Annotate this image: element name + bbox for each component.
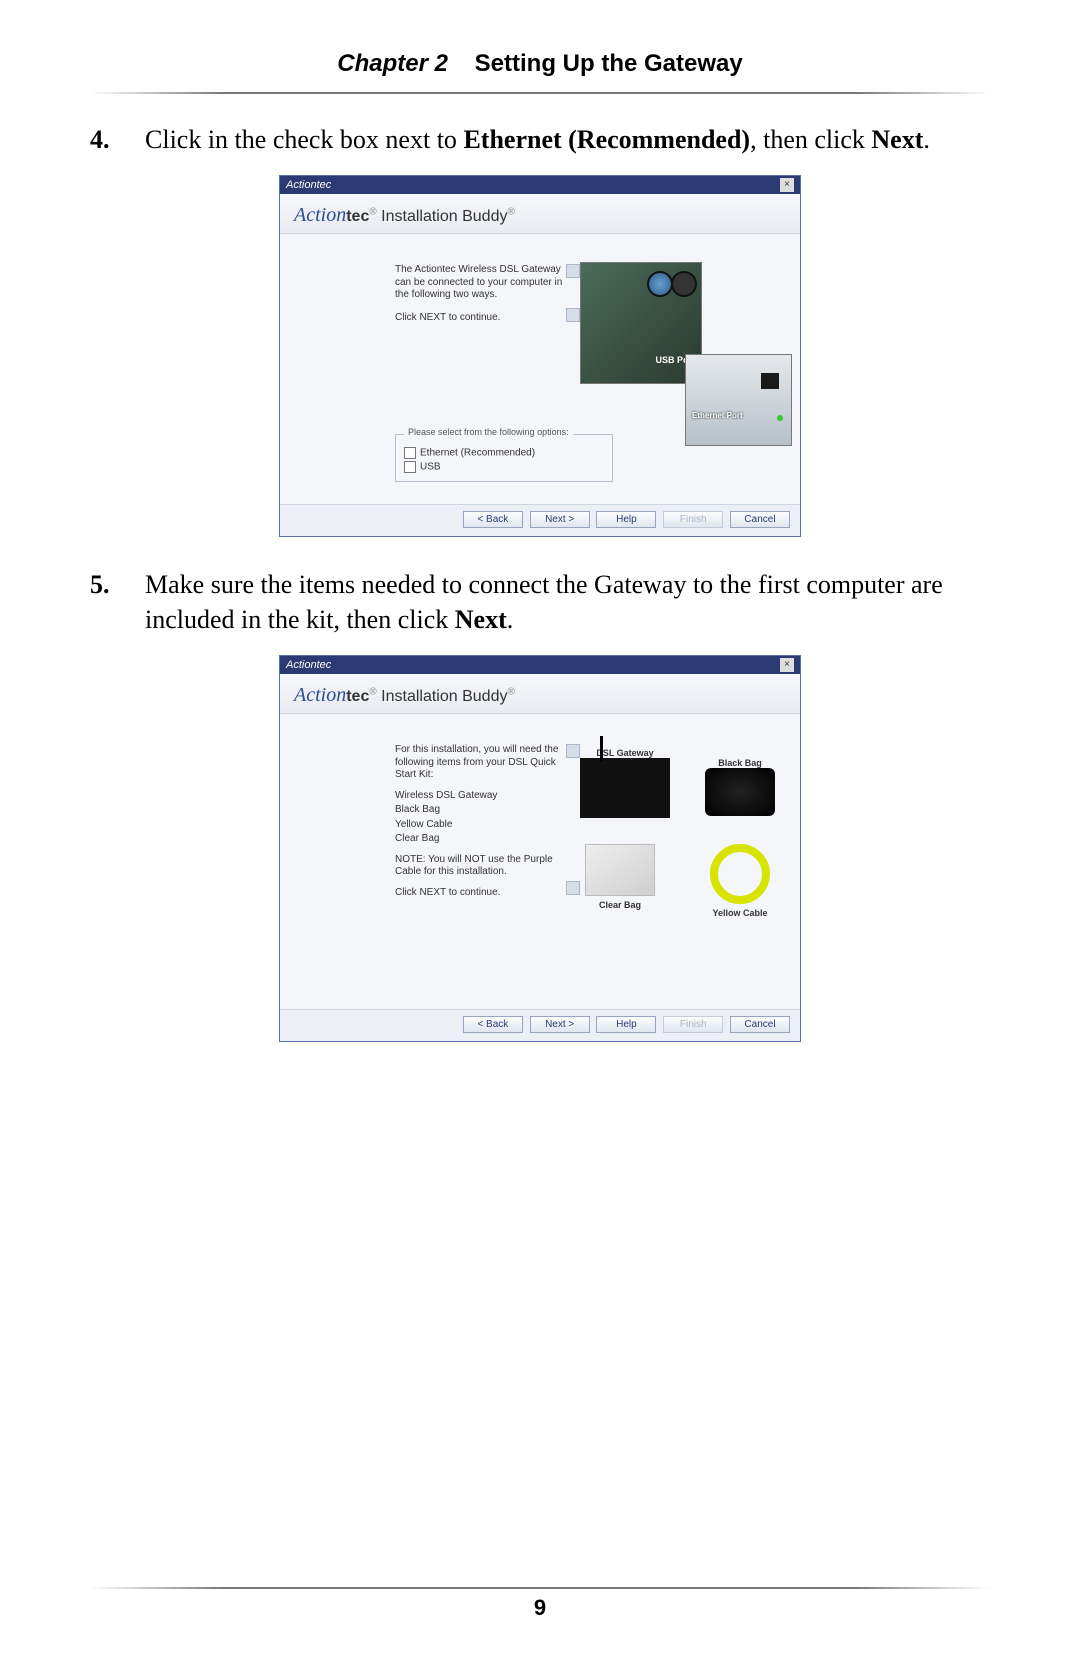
- ethernet-led-icon: [777, 415, 783, 421]
- brand-tec: tec: [346, 688, 369, 705]
- dialog2-buttons: < Back Next > Help Finish Cancel: [280, 1009, 800, 1041]
- kit-item-blackbag: Black Bag: [700, 754, 780, 816]
- dialog2-body: For this installation, you will need the…: [280, 714, 800, 1009]
- clear-bag-icon: [585, 844, 655, 896]
- step-4-bold1: Ethernet (Recommended): [463, 125, 750, 154]
- option-ethernet-label: Ethernet (Recommended): [420, 448, 535, 459]
- dialog-title-text: Actiontec: [286, 179, 331, 191]
- kit-item-clearbag: Clear Bag: [580, 844, 660, 910]
- installer-dialog-2: Actiontec × Actiontec® Installation Budd…: [279, 655, 801, 1042]
- step-5-bold1: Next: [455, 605, 507, 634]
- dialog1-buttons: < Back Next > Help Finish Cancel: [280, 504, 800, 536]
- options-legend: Please select from the following options…: [404, 427, 573, 437]
- brand-reg-icon-2: ®: [507, 207, 514, 218]
- port-graphic-icon: [647, 271, 673, 297]
- scroll-down-icon[interactable]: [566, 881, 580, 895]
- kit-label-gateway: DSL Gateway: [580, 748, 670, 758]
- dialog2-note: NOTE: You will NOT use the Purple Cable …: [395, 854, 570, 879]
- dialog2-list3: Yellow Cable: [395, 819, 570, 832]
- kit-label-clearbag: Clear Bag: [580, 900, 660, 910]
- step-4-pre: Click in the check box next to: [145, 125, 463, 154]
- ethernet-jack-icon: [761, 373, 779, 389]
- step-4-text: Click in the check box next to Ethernet …: [145, 122, 990, 157]
- close-icon[interactable]: ×: [780, 178, 794, 192]
- cancel-button[interactable]: Cancel: [730, 511, 790, 528]
- footer-rule: [90, 1587, 990, 1589]
- step-5-text: Make sure the items needed to connect th…: [145, 567, 990, 637]
- brand-script: Action: [294, 204, 346, 226]
- close-icon[interactable]: ×: [780, 658, 794, 672]
- dialog2-para1: For this installation, you will need the…: [395, 744, 570, 782]
- cancel-button[interactable]: Cancel: [730, 1016, 790, 1033]
- header-rule: [90, 92, 990, 94]
- ethernet-port-label: Ethernet Port: [692, 411, 743, 420]
- dialog-titlebar: Actiontec ×: [280, 176, 800, 194]
- yellow-cable-icon: [710, 844, 770, 904]
- brand-tec: tec: [346, 208, 369, 225]
- checkbox-usb[interactable]: [404, 461, 416, 473]
- step-5-pre: Make sure the items needed to connect th…: [145, 570, 943, 634]
- step-4-mid: , then click: [750, 125, 871, 154]
- dialog2-list4: Clear Bag: [395, 833, 570, 846]
- brand-product: Installation Buddy: [377, 208, 508, 225]
- dialog-brand-area: Actiontec® Installation Buddy®: [280, 674, 800, 714]
- usb-port-image: USB Port: [580, 262, 702, 384]
- scroll-up-icon[interactable]: [566, 264, 580, 278]
- port-graphic-icon: [671, 271, 697, 297]
- step-4: 4. Click in the check box next to Ethern…: [90, 122, 990, 157]
- step-4-bold2: Next: [871, 125, 923, 154]
- kit-label-blackbag: Black Bag: [700, 758, 780, 768]
- dialog-title-text: Actiontec: [286, 659, 331, 671]
- chapter-label: Chapter 2: [337, 50, 448, 77]
- chapter-title: Setting Up the Gateway: [475, 50, 743, 77]
- back-button[interactable]: < Back: [463, 511, 523, 528]
- option-usb-label: USB: [420, 462, 441, 473]
- ethernet-port-image: Ethernet Port: [685, 354, 792, 446]
- dialog2-text: For this installation, you will need the…: [395, 744, 570, 907]
- kit-label-yellowcable: Yellow Cable: [700, 908, 780, 918]
- brand-reg-icon: ®: [369, 687, 376, 698]
- checkbox-ethernet[interactable]: [404, 447, 416, 459]
- back-button[interactable]: < Back: [463, 1016, 523, 1033]
- dialog2-list2: Black Bag: [395, 804, 570, 817]
- dialog-brand-area: Actiontec® Installation Buddy®: [280, 194, 800, 234]
- step-5-number: 5.: [90, 567, 145, 637]
- step-5: 5. Make sure the items needed to connect…: [90, 567, 990, 637]
- black-bag-icon: [705, 768, 775, 816]
- kit-item-yellowcable: Yellow Cable: [700, 844, 780, 918]
- finish-button: Finish: [663, 511, 723, 528]
- page-header: Chapter 2 Setting Up the Gateway: [90, 50, 990, 78]
- brand-reg-icon: ®: [369, 207, 376, 218]
- dialog1-para2: Click NEXT to continue.: [395, 312, 570, 325]
- dialog2-para2: Click NEXT to continue.: [395, 887, 570, 900]
- scroll-down-icon[interactable]: [566, 308, 580, 322]
- brand-product: Installation Buddy: [377, 688, 508, 705]
- next-button[interactable]: Next >: [530, 1016, 590, 1033]
- help-button[interactable]: Help: [596, 511, 656, 528]
- dialog-titlebar: Actiontec ×: [280, 656, 800, 674]
- next-button[interactable]: Next >: [530, 511, 590, 528]
- brand-reg-icon-2: ®: [507, 687, 514, 698]
- finish-button: Finish: [663, 1016, 723, 1033]
- page-number: 9: [0, 1595, 1080, 1621]
- dialog1-body: The Actiontec Wireless DSL Gateway can b…: [280, 234, 800, 504]
- step-5-post: .: [507, 605, 514, 634]
- option-usb-row[interactable]: USB: [404, 461, 604, 473]
- kit-item-gateway: DSL Gateway: [580, 744, 670, 818]
- gateway-icon: [580, 758, 670, 818]
- brand-script: Action: [294, 684, 346, 706]
- dialog1-text: The Actiontec Wireless DSL Gateway can b…: [395, 264, 570, 334]
- options-group: Please select from the following options…: [395, 434, 613, 482]
- installer-dialog-1: Actiontec × Actiontec® Installation Budd…: [279, 175, 801, 537]
- dialog1-para1: The Actiontec Wireless DSL Gateway can b…: [395, 264, 570, 302]
- dialog2-list1: Wireless DSL Gateway: [395, 790, 570, 803]
- option-ethernet-row[interactable]: Ethernet (Recommended): [404, 447, 604, 459]
- step-4-number: 4.: [90, 122, 145, 157]
- step-4-post: .: [923, 125, 930, 154]
- help-button[interactable]: Help: [596, 1016, 656, 1033]
- scroll-up-icon[interactable]: [566, 744, 580, 758]
